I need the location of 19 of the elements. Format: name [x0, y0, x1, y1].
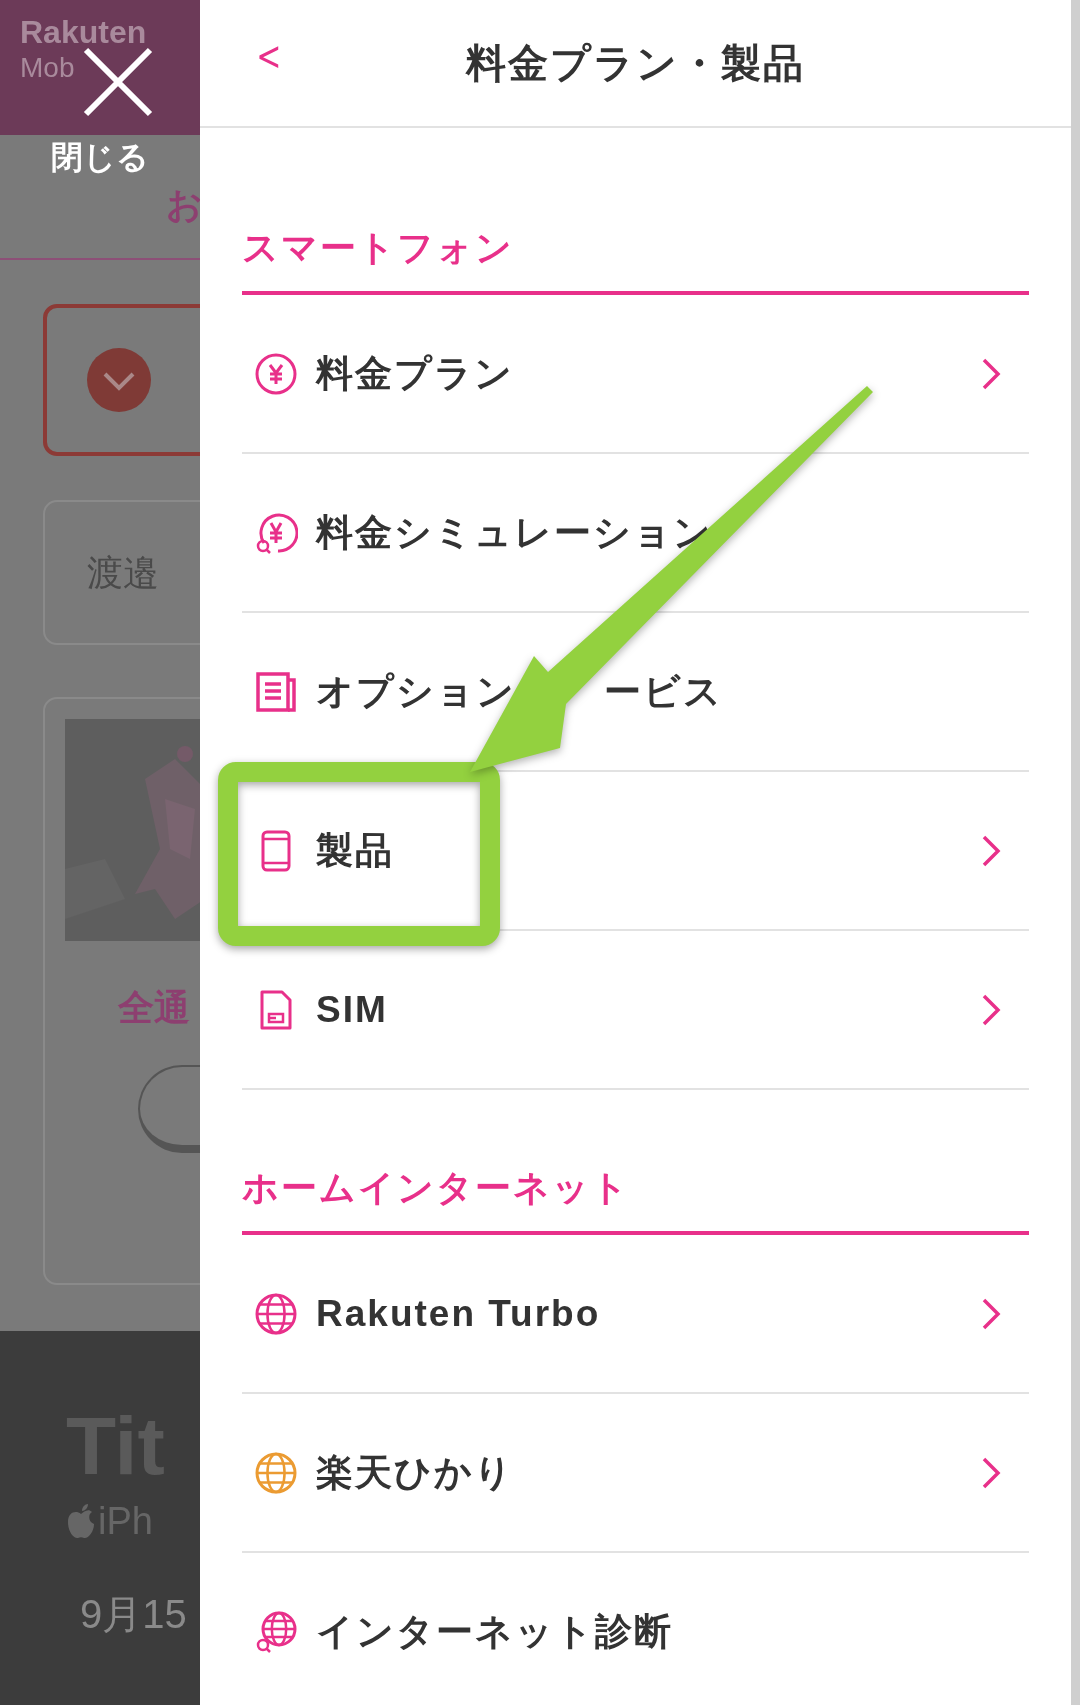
- item-label: ービス: [604, 669, 723, 714]
- panel-title: 料金プラン・製品: [466, 40, 805, 87]
- banner-date: 9月15: [80, 1591, 188, 1638]
- menu-item[interactable]: 製品: [242, 772, 1029, 931]
- menu-item[interactable]: インターネット診断: [242, 1553, 1029, 1705]
- logo-text: Rakuten: [20, 14, 148, 50]
- menu-item[interactable]: Rakuten Turbo: [242, 1235, 1029, 1394]
- section-heading: スマートフォン: [242, 226, 515, 270]
- caption-text: 全通: [118, 986, 191, 1030]
- close-icon[interactable]: [82, 46, 154, 118]
- chevron-circle-icon: [87, 348, 151, 412]
- menu-item[interactable]: 楽天ひかり: [242, 1394, 1029, 1553]
- item-label: オプション: [316, 669, 516, 714]
- back-button[interactable]: <: [256, 34, 282, 78]
- logo-text: Mob: [20, 51, 76, 85]
- menu-item[interactable]: SIM: [242, 931, 1029, 1090]
- close-label[interactable]: 閉じる: [51, 137, 149, 177]
- apple-icon: [66, 1503, 96, 1540]
- section-heading: ホームインターネット: [242, 1166, 631, 1210]
